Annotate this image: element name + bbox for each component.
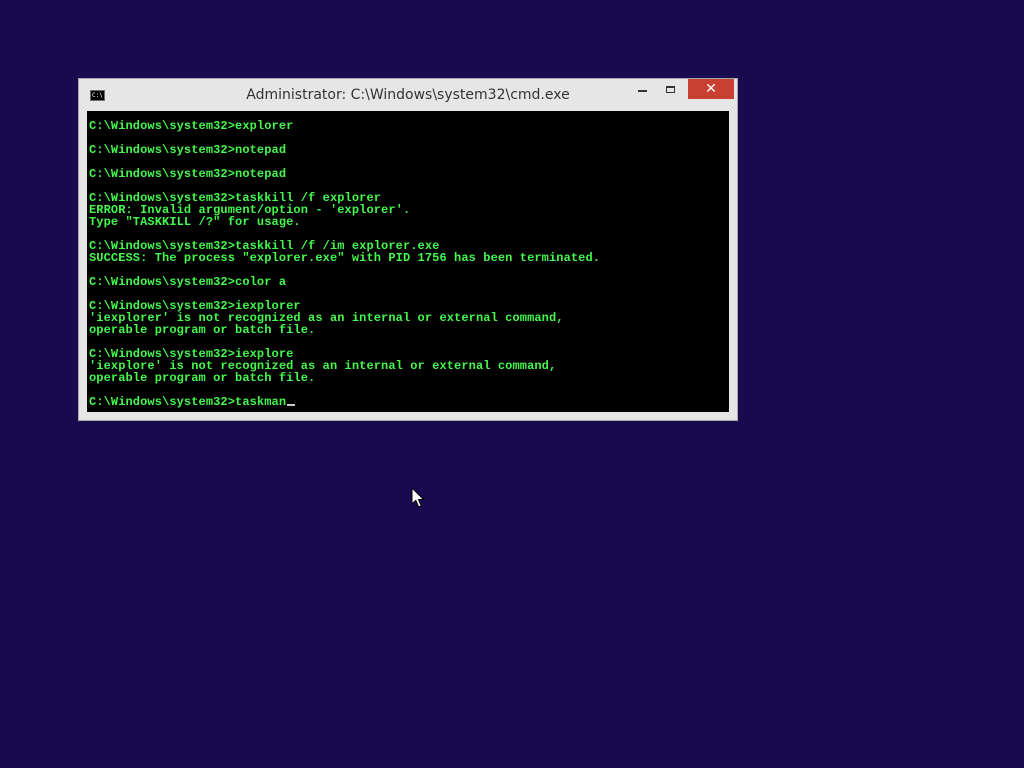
console-output[interactable]: C:\Windows\system32>explorer C:\Windows\s… bbox=[87, 111, 729, 412]
desktop-background: C:\ Administrator: C:\Windows\system32\c… bbox=[0, 0, 1024, 768]
console-text: C:\Windows\system32>explorer C:\Windows\s… bbox=[87, 111, 729, 408]
console-line: C:\Windows\system32>color a bbox=[89, 275, 287, 289]
console-input-text: C:\Windows\system32>taskman bbox=[89, 395, 287, 409]
maximize-icon bbox=[665, 85, 675, 93]
maximize-button[interactable] bbox=[657, 79, 683, 99]
console-input-line[interactable]: C:\Windows\system32>taskman bbox=[89, 396, 729, 408]
cmd-icon[interactable]: C:\ bbox=[90, 90, 105, 101]
console-line: C:\Windows\system32>notepad bbox=[89, 167, 287, 181]
text-cursor bbox=[287, 404, 296, 406]
console-line: Type "TASKKILL /?" for usage. bbox=[89, 215, 301, 229]
cmd-window[interactable]: C:\ Administrator: C:\Windows\system32\c… bbox=[78, 78, 738, 421]
console-line: operable program or batch file. bbox=[89, 323, 316, 337]
console-line: SUCCESS: The process "explorer.exe" with… bbox=[89, 251, 601, 265]
console-line: operable program or batch file. bbox=[89, 371, 316, 385]
mouse-pointer-icon bbox=[411, 487, 425, 508]
close-icon: ✕ bbox=[705, 81, 717, 97]
minimize-button[interactable] bbox=[629, 79, 655, 99]
console-line: C:\Windows\system32>explorer bbox=[89, 119, 294, 133]
minimize-icon bbox=[637, 90, 647, 92]
close-button[interactable]: ✕ bbox=[688, 79, 734, 99]
title-bar[interactable]: C:\ Administrator: C:\Windows\system32\c… bbox=[79, 79, 737, 111]
console-line: C:\Windows\system32>notepad bbox=[89, 143, 287, 157]
